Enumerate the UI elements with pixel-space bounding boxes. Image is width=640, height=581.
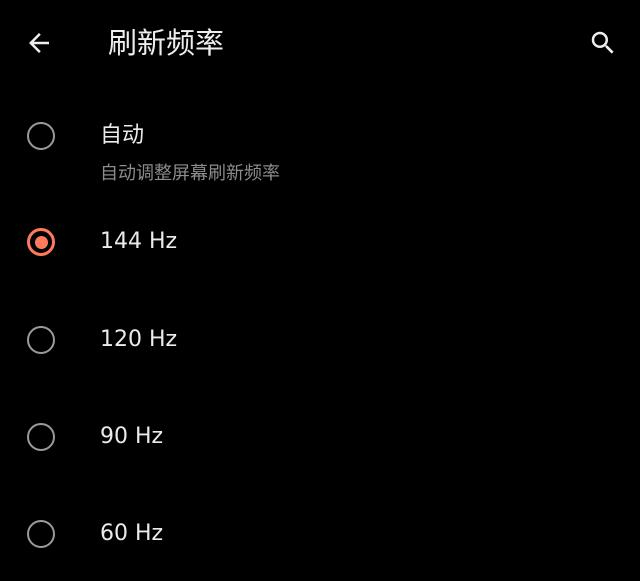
option-summary: 自动调整屏幕刷新频率 xyxy=(100,163,280,184)
option-label: 120 Hz xyxy=(100,327,178,352)
option-label: 144 Hz xyxy=(100,229,178,254)
refresh-rate-options: 自动 自动调整屏幕刷新频率 144 Hz 120 Hz 90 Hz 60 Hz xyxy=(0,86,640,578)
back-button[interactable] xyxy=(18,22,60,64)
radio-button[interactable] xyxy=(27,122,55,150)
radio-button[interactable] xyxy=(27,423,55,451)
arrow-left-icon xyxy=(29,33,49,53)
app-bar: 刷新频率 xyxy=(0,0,640,86)
option-label: 自动 xyxy=(100,123,145,148)
radio-button[interactable] xyxy=(27,520,55,548)
option-144hz[interactable]: 144 Hz xyxy=(0,194,640,291)
search-button[interactable] xyxy=(582,22,624,64)
option-auto[interactable]: 自动 自动调整屏幕刷新频率 xyxy=(0,86,640,194)
option-90hz[interactable]: 90 Hz xyxy=(0,388,640,485)
option-label: 90 Hz xyxy=(100,424,164,449)
search-icon xyxy=(591,31,614,54)
page-title: 刷新频率 xyxy=(108,26,225,60)
radio-button-checked[interactable] xyxy=(27,228,55,256)
option-label: 60 Hz xyxy=(100,521,164,546)
radio-button[interactable] xyxy=(27,326,55,354)
option-120hz[interactable]: 120 Hz xyxy=(0,291,640,388)
option-60hz[interactable]: 60 Hz xyxy=(0,485,640,578)
